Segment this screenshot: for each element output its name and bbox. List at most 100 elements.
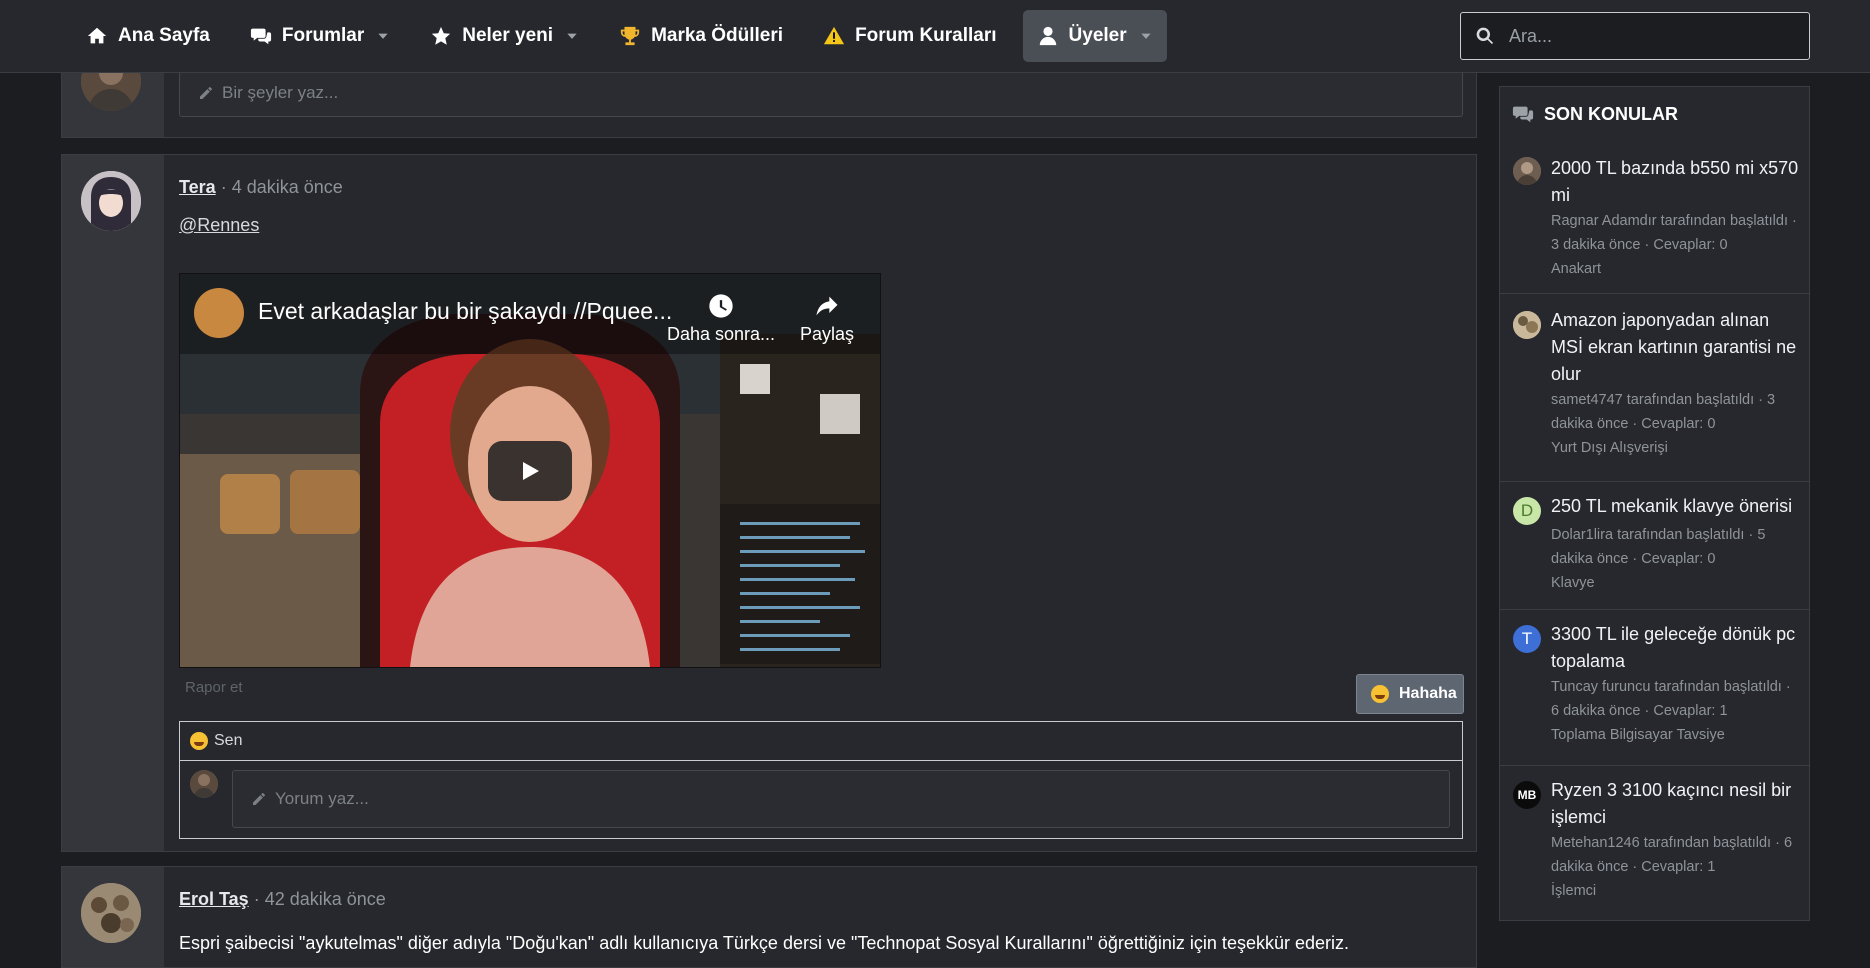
share-button[interactable]: Paylaş (792, 292, 862, 345)
widget-header: SON KONULAR (1512, 103, 1678, 125)
chevron-down-icon[interactable] (565, 29, 579, 43)
trophy-icon (620, 26, 640, 46)
avatar[interactable] (81, 883, 141, 943)
topic-item[interactable]: D 250 TL mekanik klavye önerisi Dolar1li… (1500, 481, 1809, 610)
topic-meta: Dolar1lira tarafından başlatıldı · 5 dak… (1551, 523, 1799, 595)
home-icon (87, 27, 107, 44)
avatar (190, 770, 218, 798)
mention-link[interactable]: @Rennes (179, 215, 259, 236)
comments-icon (250, 28, 271, 45)
reacted-by: Sen (214, 732, 243, 749)
reply-input[interactable]: Yorum yaz... (232, 770, 1450, 828)
nav-home-label: Ana Sayfa (118, 25, 210, 46)
share-icon (816, 296, 838, 316)
topic-meta-text: Tuncay furuncu tarafından başlatıldı · 6… (1551, 679, 1791, 719)
topic-meta: samet4747 tarafından başlatıldı · 3 daki… (1551, 388, 1799, 460)
reaction-label: Hahaha (1399, 685, 1457, 702)
watch-later-button[interactable]: Daha sonra... (666, 292, 776, 345)
nav-forum-rules-label: Forum Kuralları (855, 25, 997, 46)
topic-forum-link[interactable]: Klavye (1551, 575, 1595, 591)
topic-meta: Tuncay furuncu tarafından başlatıldı · 6… (1551, 675, 1799, 747)
avatar[interactable]: MB (1513, 781, 1541, 809)
avatar-letter: D (1520, 501, 1534, 520)
search-input[interactable] (1507, 24, 1801, 48)
search-icon (1476, 27, 1494, 45)
avatar[interactable]: T (1513, 625, 1541, 653)
play-button[interactable] (488, 441, 572, 501)
nav-whats-new[interactable]: Neler yeni (416, 10, 593, 62)
post-meta: Erol Taş · 42 dakika önce (179, 889, 386, 910)
post-erol: Erol Taş · 42 dakika önce Espri şaibecis… (61, 866, 1477, 968)
avatar[interactable] (1513, 157, 1541, 185)
nav-forum-rules[interactable]: Forum Kuralları (809, 10, 1010, 62)
reactions-list[interactable]: Sen (180, 722, 1462, 761)
topic-title[interactable]: 2000 TL bazında b550 mi x570 mi (1551, 155, 1799, 209)
recent-topics-widget: SON KONULAR 2000 TL bazında b550 mi x570… (1499, 86, 1810, 921)
nav-members[interactable]: Üyeler (1022, 10, 1167, 62)
topic-meta-text: Metehan1246 tarafından başlatıldı · 6 da… (1551, 835, 1793, 875)
topic-title[interactable]: 250 TL mekanik klavye önerisi (1551, 493, 1799, 520)
play-icon (523, 462, 539, 480)
user-icon (1039, 26, 1056, 46)
channel-avatar[interactable] (194, 288, 244, 338)
pencil-icon (200, 87, 212, 99)
video-title[interactable]: Evet arkadaşlar bu bir şakaydı //Pquee..… (258, 298, 672, 325)
search-box[interactable] (1460, 12, 1810, 60)
nav-forums[interactable]: Forumlar (236, 10, 404, 62)
laughing-emoji-icon (190, 732, 208, 750)
chevron-down-icon[interactable] (376, 29, 390, 43)
topic-title[interactable]: Amazon japonyadan alınan MSİ ekran kartı… (1551, 307, 1799, 388)
topic-title[interactable]: 3300 TL ile geleceğe dönük pc topalama (1551, 621, 1799, 675)
comment-input[interactable]: Bir şeyler yaz... (179, 69, 1463, 117)
nav-brand-awards-label: Marka Ödülleri (651, 25, 784, 46)
username-link[interactable]: Tera (179, 177, 216, 197)
watch-later-label: Daha sonra... (666, 324, 776, 344)
share-label: Paylaş (799, 324, 855, 344)
topic-title[interactable]: Ryzen 3 3100 kaçıncı nesil bir işlemci (1551, 777, 1799, 831)
warning-icon (823, 26, 845, 45)
pencil-icon (253, 793, 265, 805)
avatar-letter: T (1521, 629, 1533, 648)
nav-whats-new-label: Neler yeni (462, 25, 554, 46)
widget-title: SON KONULAR (1544, 103, 1678, 124)
avatar-letter: MB (1517, 788, 1537, 802)
reaction-button[interactable]: Hahaha (1356, 674, 1464, 714)
topic-item[interactable]: Amazon japonyadan alınan MSİ ekran kartı… (1500, 293, 1809, 482)
avatar[interactable] (1513, 311, 1541, 339)
topic-meta: Metehan1246 tarafından başlatıldı · 6 da… (1551, 831, 1799, 903)
topic-meta: Ragnar Adamdır tarafından başlatıldı · 3… (1551, 209, 1799, 281)
top-navigation: Ana Sayfa Forumlar Neler yeni Marka Ödül… (0, 0, 1870, 73)
post-time[interactable]: · 4 dakika önce (221, 177, 343, 197)
topic-forum-link[interactable]: İşlemci (1551, 883, 1596, 899)
post-meta: Tera · 4 dakika önce (179, 177, 343, 198)
avatar[interactable]: D (1513, 497, 1541, 525)
nav-brand-awards[interactable]: Marka Ödülleri (605, 10, 797, 62)
post-time[interactable]: · 42 dakika önce (254, 889, 386, 909)
clock-icon (709, 294, 733, 318)
post-body: Espri şaibecisi "aykutelmas" diğer adıyl… (179, 933, 1349, 953)
embedded-video[interactable]: Evet arkadaşlar bu bir şakaydı //Pquee..… (179, 273, 881, 668)
topic-meta-text: Dolar1lira tarafından başlatıldı · 5 dak… (1551, 527, 1766, 567)
star-icon (432, 26, 451, 45)
topic-item[interactable]: 2000 TL bazında b550 mi x570 mi Ragnar A… (1500, 149, 1809, 294)
comment-placeholder: Bir şeyler yaz... (222, 83, 339, 102)
topic-item[interactable]: T 3300 TL ile geleceğe dönük pc topalama… (1500, 609, 1809, 766)
topic-meta-text: Ragnar Adamdır tarafından başlatıldı · 3… (1551, 213, 1797, 253)
username-link[interactable]: Erol Taş (179, 889, 249, 909)
reactions-comment-area: Sen Yorum yaz... (179, 721, 1463, 839)
nav-home[interactable]: Ana Sayfa (72, 10, 224, 62)
report-link[interactable]: Rapor et (185, 679, 243, 696)
nav-forums-label: Forumlar (281, 25, 365, 46)
topic-forum-link[interactable]: Anakart (1551, 261, 1601, 277)
chevron-down-icon[interactable] (1139, 29, 1153, 43)
comments-icon (1512, 106, 1534, 123)
topic-forum-link[interactable]: Toplama Bilgisayar Tavsiye (1551, 727, 1725, 743)
topic-forum-link[interactable]: Yurt Dışı Alışverişi (1551, 440, 1668, 456)
topic-meta-text: samet4747 tarafından başlatıldı · 3 daki… (1551, 392, 1776, 432)
topic-item[interactable]: MB Ryzen 3 3100 kaçıncı nesil bir işlemc… (1500, 765, 1809, 919)
laughing-emoji-icon (1371, 685, 1389, 703)
nav-members-label: Üyeler (1068, 25, 1127, 46)
reply-placeholder: Yorum yaz... (275, 789, 369, 808)
nav-items: Ana Sayfa Forumlar Neler yeni Marka Ödül… (72, 10, 1179, 62)
avatar[interactable] (81, 171, 141, 231)
